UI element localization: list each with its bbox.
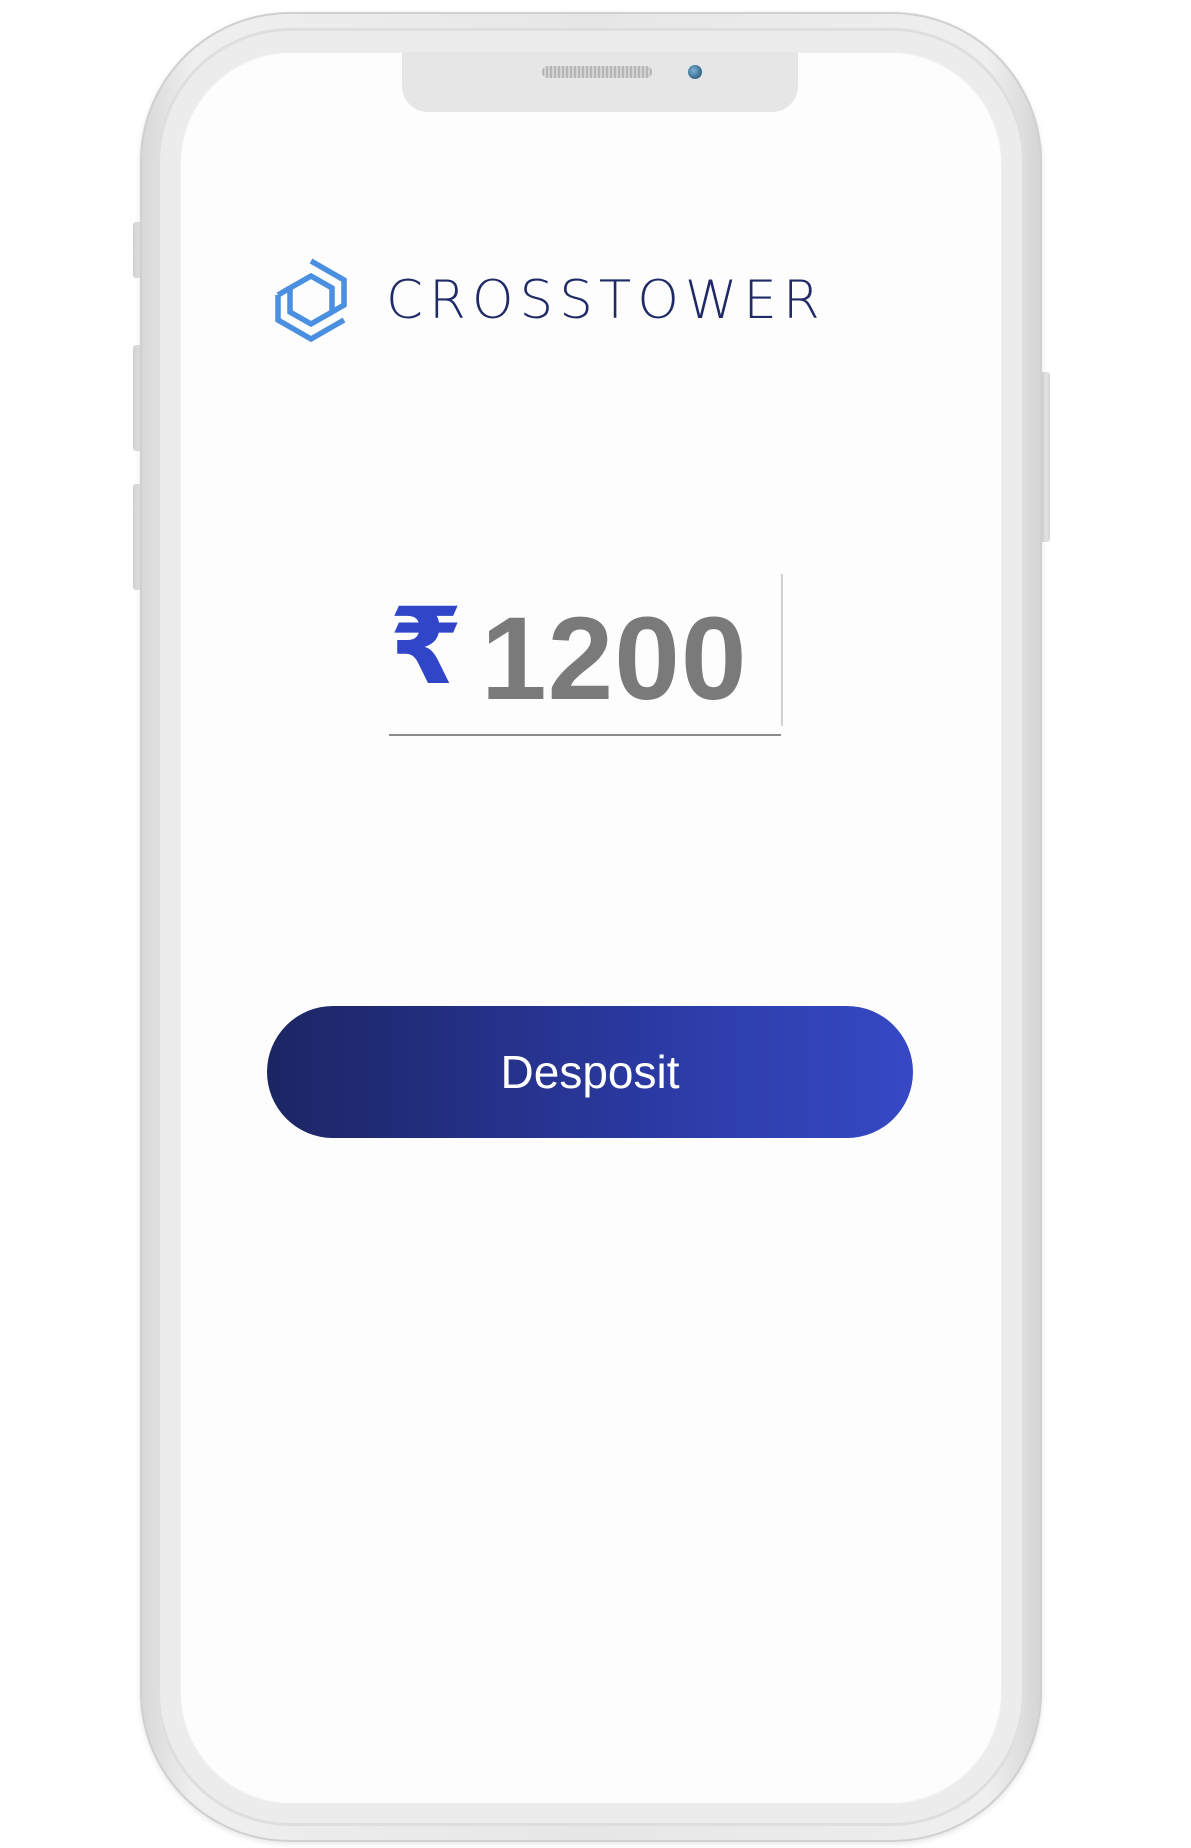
amount-value: 1200: [481, 593, 748, 725]
currency-symbol: ₹: [389, 585, 463, 708]
app-screen: CROSSTOWER ₹ 1200 Desposit: [180, 52, 1002, 1804]
brand-logo: CROSSTOWER: [272, 257, 826, 343]
deposit-button[interactable]: Desposit: [267, 1006, 913, 1138]
speaker-grille: [542, 66, 652, 78]
brand-name: CROSSTOWER: [386, 269, 826, 331]
amount-input[interactable]: ₹ 1200: [389, 574, 783, 736]
text-caret: [781, 574, 783, 726]
device-mockup: CROSSTOWER ₹ 1200 Desposit: [0, 0, 1191, 1848]
front-camera: [688, 65, 702, 79]
hexagon-logo-icon: [275, 258, 347, 343]
notch: [402, 52, 798, 112]
